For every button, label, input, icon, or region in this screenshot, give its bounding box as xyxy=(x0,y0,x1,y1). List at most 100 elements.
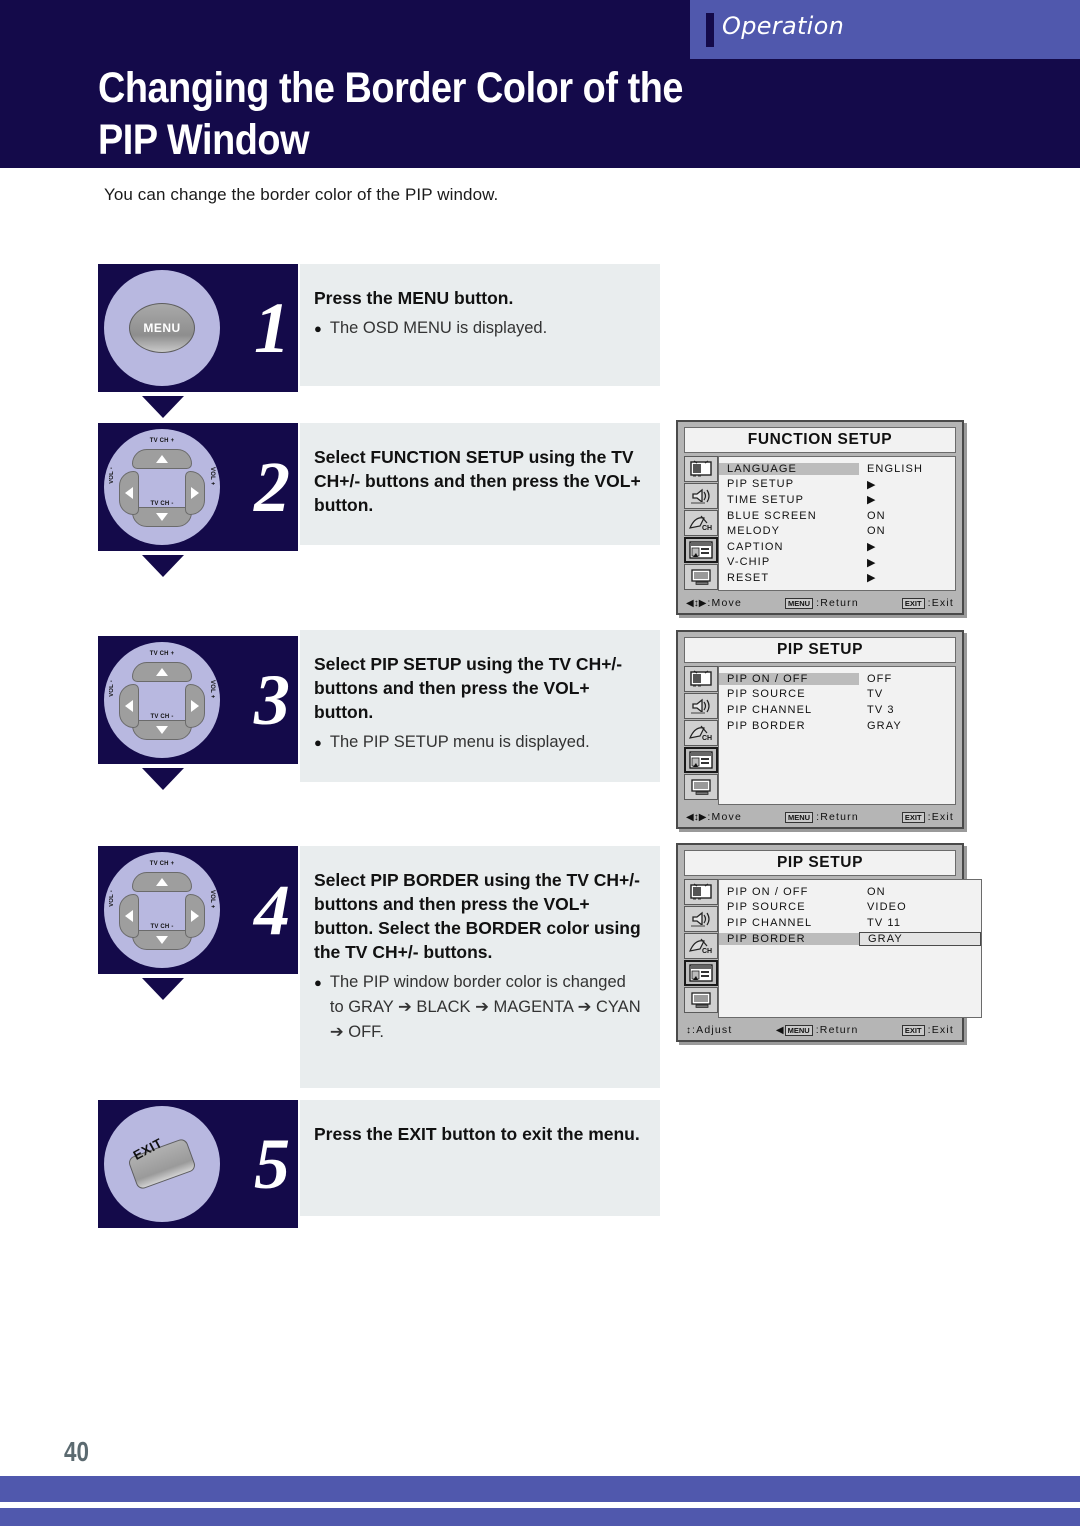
osd-row-value: ▶ xyxy=(867,541,877,554)
menu-button-icon[interactable]: MENU xyxy=(129,303,195,353)
function-setup-icon[interactable] xyxy=(684,960,718,986)
picture-icon[interactable] xyxy=(684,666,718,692)
osd-row-label: BLUE SCREEN xyxy=(727,509,817,522)
picture-icon[interactable] xyxy=(684,879,718,905)
osd-row-label: MELODY xyxy=(727,525,781,538)
osd-row[interactable]: LANGUAGE ENGLISH xyxy=(719,461,955,477)
page-number: 40 xyxy=(64,1436,89,1467)
nav-arrows-icon: ↕ xyxy=(686,1024,691,1036)
osd-row[interactable]: TIME SETUP ▶ xyxy=(719,492,955,508)
bullet-text: The PIP window border color is changed t… xyxy=(329,973,641,1041)
function-setup-icon[interactable] xyxy=(684,747,718,773)
pc-monitor-icon[interactable] xyxy=(684,987,718,1013)
osd-row-value: OFF xyxy=(867,672,893,685)
dpad-icon[interactable]: TV CH + TV CH - VOL - VOL + xyxy=(109,648,215,752)
bullet-dot: ● xyxy=(314,321,322,336)
osd-row-value: ▶ xyxy=(867,572,877,585)
osd-row-value: ▶ xyxy=(867,556,877,569)
dpad-right-button[interactable] xyxy=(185,471,205,515)
osd-row-value: VIDEO xyxy=(867,901,907,914)
osd-row[interactable]: BLUE SCREEN ON xyxy=(719,508,955,524)
osd-row-value-selected[interactable]: GRAY xyxy=(859,931,981,946)
dpad-left-button[interactable] xyxy=(119,684,139,728)
dpad-left-button[interactable] xyxy=(119,471,139,515)
channel-icon[interactable]: CH xyxy=(684,933,718,959)
step-3-icon-panel: TV CH + TV CH - VOL - VOL + 3 xyxy=(98,636,298,764)
dpad-icon[interactable]: TV CH + TV CH - VOL - VOL + xyxy=(109,858,215,962)
osd-move-hint: ◀↕▶ :Move xyxy=(686,597,742,609)
osd-row-value: GRAY xyxy=(867,719,902,732)
osd-row[interactable]: PIP BORDER GRAY xyxy=(719,931,981,947)
function-setup-icon[interactable] xyxy=(684,537,718,563)
step-3-title: Select PIP SETUP using the TV CH+/- butt… xyxy=(314,654,623,722)
bullet-item: ● The PIP window border color is changed… xyxy=(314,970,644,1045)
osd-row-label: V-CHIP xyxy=(727,556,771,569)
pc-monitor-icon[interactable] xyxy=(684,774,718,800)
bullet-item: ● The PIP SETUP menu is displayed. xyxy=(314,730,644,755)
osd-return-label: :Return xyxy=(816,597,859,609)
osd-row[interactable]: RESET ▶ xyxy=(719,570,955,586)
dpad-label-right: VOL + xyxy=(209,680,215,699)
osd-adjust-hint: ↕ :Adjust xyxy=(686,1024,733,1036)
osd-exit-hint: EXIT :Exit xyxy=(901,1024,954,1036)
sound-icon[interactable] xyxy=(684,483,718,509)
pc-monitor-icon[interactable] xyxy=(684,564,718,590)
dpad-up-button[interactable] xyxy=(132,449,192,469)
osd-item-list: PIP ON / OFF ON PIP SOURCE VIDEO PIP CHANN… xyxy=(718,879,982,1018)
dpad-label-left: VOL - xyxy=(109,680,115,697)
sound-icon[interactable] xyxy=(684,693,718,719)
picture-icon[interactable] xyxy=(684,456,718,482)
osd-adjust-label: :Adjust xyxy=(692,1024,733,1036)
sound-icon[interactable] xyxy=(684,906,718,932)
osd-row[interactable]: MELODY ON xyxy=(719,523,955,539)
dpad-up-button[interactable] xyxy=(132,872,192,892)
step-4-number: 4 xyxy=(254,870,290,950)
osd-row[interactable]: CAPTION ▶ xyxy=(719,539,955,555)
osd-icon-column: CH xyxy=(684,879,718,1018)
step-1-number: 1 xyxy=(254,288,290,368)
dpad-right-button[interactable] xyxy=(185,684,205,728)
osd-row[interactable]: PIP SOURCE VIDEO xyxy=(719,900,981,916)
osd-row[interactable]: PIP CHANNEL TV 11 xyxy=(719,915,981,931)
osd-pip-setup-2: PIP SETUP CH PIP ON / OFF ON PIP SOURCE … xyxy=(676,843,982,1042)
dpad-down-button[interactable] xyxy=(132,720,192,740)
osd-move-hint: ◀↕▶ :Move xyxy=(686,811,742,823)
osd-row-label: TIME SETUP xyxy=(727,493,805,506)
dpad-down-button[interactable] xyxy=(132,507,192,527)
dpad-up-button[interactable] xyxy=(132,662,192,682)
dpad-label-up: TV CH + xyxy=(149,861,175,867)
osd-row-value: TV 11 xyxy=(867,916,902,929)
osd-row-label: PIP CHANNEL xyxy=(727,703,813,716)
osd-footer: ↕ :Adjust ◀ MENU :Return EXIT :Exit xyxy=(678,1020,962,1040)
osd-row[interactable]: PIP SOURCE TV xyxy=(719,687,955,703)
channel-icon[interactable]: CH xyxy=(684,510,718,536)
step-3-text-panel: Select PIP SETUP using the TV CH+/- butt… xyxy=(300,630,660,782)
osd-row[interactable]: V-CHIP ▶ xyxy=(719,555,955,571)
flow-arrow-2 xyxy=(142,555,184,577)
osd-return-label: :Return xyxy=(815,1024,859,1036)
dpad-left-button[interactable] xyxy=(119,894,139,938)
osd-row[interactable]: PIP ON / OFF ON xyxy=(719,884,981,900)
menu-keycap-icon: MENU xyxy=(784,597,814,609)
osd-row[interactable]: PIP SETUP ▶ xyxy=(719,477,955,493)
dpad-right-button[interactable] xyxy=(185,894,205,938)
dpad-icon[interactable]: TV CH + TV CH - VOL - VOL + xyxy=(109,435,215,539)
osd-row[interactable]: PIP CHANNEL TV 3 xyxy=(719,702,955,718)
osd-body: CH PIP ON / OFF OFF PIP SOURCE TV PIP CHAN… xyxy=(684,666,956,805)
osd-row[interactable]: PIP BORDER GRAY xyxy=(719,718,955,734)
remote-knob-5: EXIT xyxy=(104,1106,220,1222)
exit-keycap-icon: EXIT xyxy=(901,1024,925,1036)
flow-arrow-4 xyxy=(142,978,184,1000)
dpad-down-button[interactable] xyxy=(132,930,192,950)
osd-row[interactable]: PIP ON / OFF OFF xyxy=(719,671,955,687)
bullet-item: ● The OSD MENU is displayed. xyxy=(314,316,644,341)
osd-return-hint: MENU :Return xyxy=(784,597,859,609)
step-4-bullets: ● The PIP window border color is changed… xyxy=(314,970,644,1045)
osd-title: PIP SETUP xyxy=(684,637,956,663)
osd-item-list: PIP ON / OFF OFF PIP SOURCE TV PIP CHANNEL… xyxy=(718,666,956,805)
osd-body: CH PIP ON / OFF ON PIP SOURCE VIDEO PIP CH… xyxy=(684,879,982,1018)
osd-row-label: PIP SETUP xyxy=(727,478,795,491)
osd-row-label: PIP BORDER xyxy=(727,719,806,732)
channel-icon[interactable]: CH xyxy=(684,720,718,746)
osd-body: CH LANGUAGE ENGLISH PIP SETUP ▶ TIME SETUP… xyxy=(684,456,956,591)
